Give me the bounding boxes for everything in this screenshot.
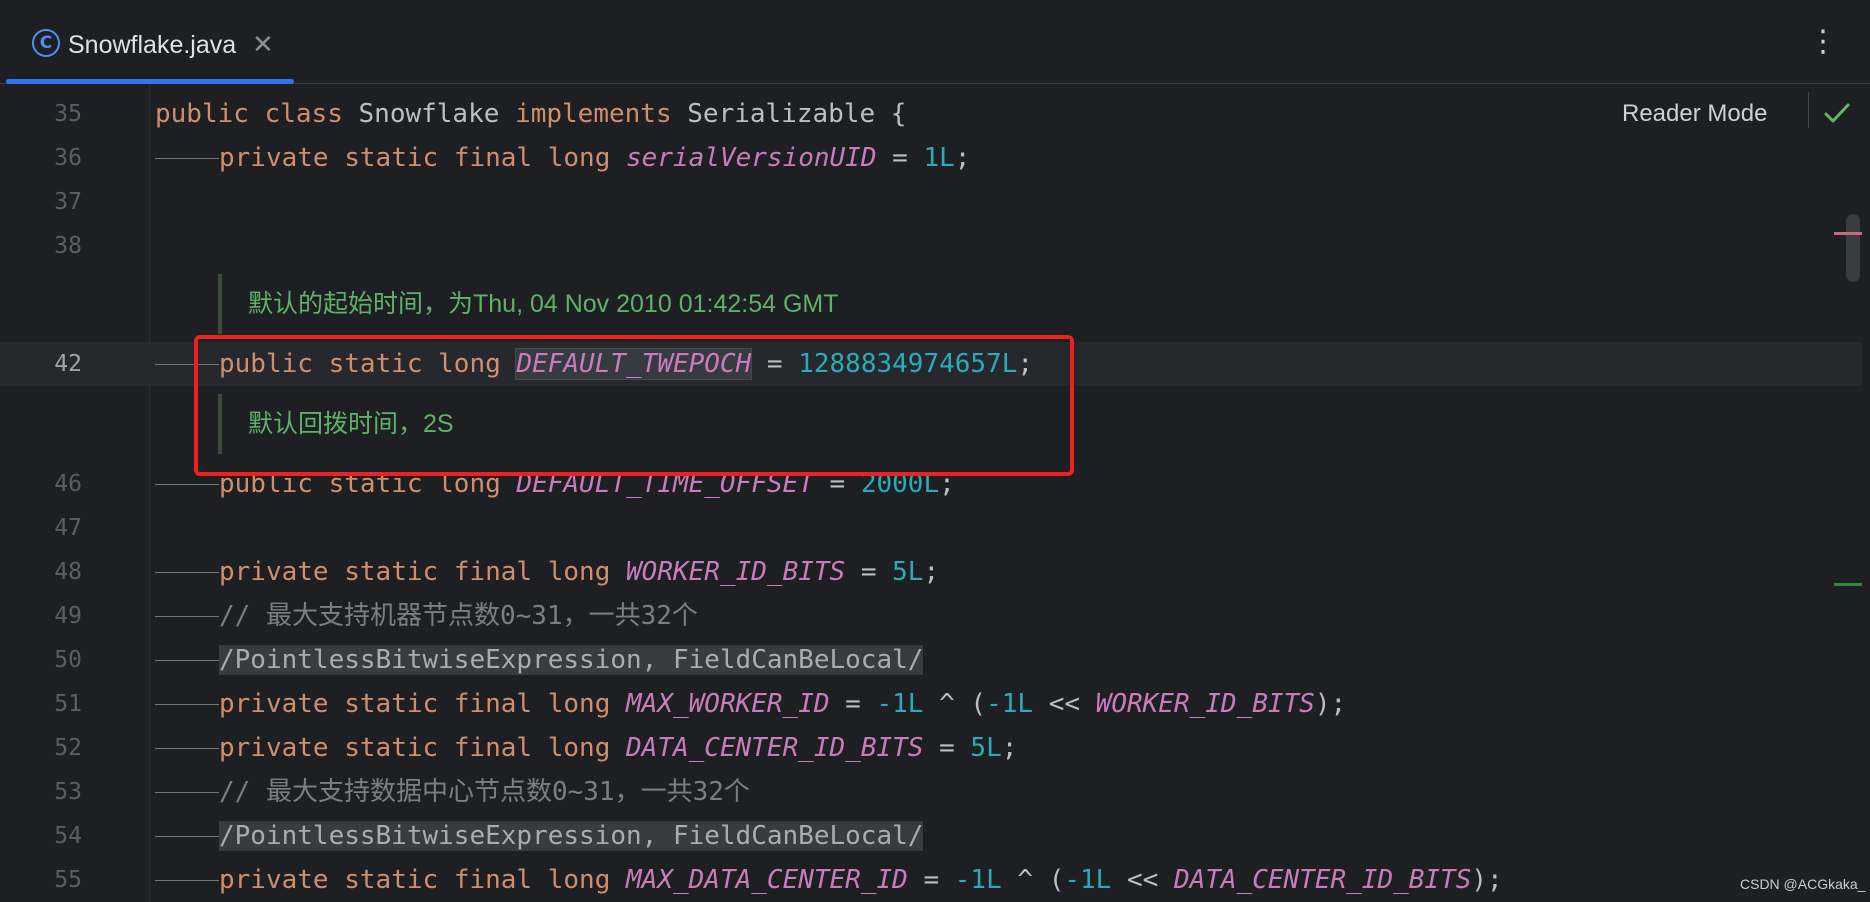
line-number: 47: [54, 515, 82, 541]
line-number: 55: [54, 867, 82, 893]
code-line[interactable]: 38: [0, 224, 1862, 268]
line-number: 48: [54, 559, 82, 585]
line-number: 49: [54, 603, 82, 629]
code-editor[interactable]: Reader Mode 35 public class Snowflake im…: [0, 84, 1870, 902]
line-number: 50: [54, 647, 82, 673]
code-line[interactable]: 35 public class Snowflake implements Ser…: [0, 92, 1862, 136]
editor-tab-bar: C Snowflake.java ✕ ⋮: [0, 0, 1870, 84]
line-code: private static final long MAX_WORKER_ID …: [155, 682, 1346, 726]
annotation-highlight-box: [194, 335, 1074, 476]
line-number: 53: [54, 779, 82, 805]
line-number: 42: [54, 351, 82, 377]
tab-label: Snowflake.java: [68, 31, 237, 59]
vertical-scrollbar-thumb[interactable]: [1846, 214, 1860, 282]
line-number: 38: [54, 233, 82, 259]
code-line[interactable]: 53 // 最大支持数据中心节点数0~31，一共32个: [0, 770, 1862, 814]
line-code: private static final long WORKER_ID_BITS…: [155, 550, 939, 594]
line-number: 51: [54, 691, 82, 717]
code-line[interactable]: 48 private static final long WORKER_ID_B…: [0, 550, 1862, 594]
code-line[interactable]: 50 /PointlessBitwiseExpression, FieldCan…: [0, 638, 1862, 682]
change-stripe-marker[interactable]: [1834, 583, 1862, 586]
line-code: private static final long MAX_DATA_CENTE…: [155, 858, 1503, 902]
code-line[interactable]: 37: [0, 180, 1862, 224]
code-line[interactable]: 52 private static final long DATA_CENTER…: [0, 726, 1862, 770]
line-number: 54: [54, 823, 82, 849]
error-stripe-marker[interactable]: [1834, 232, 1862, 235]
line-number: 46: [54, 471, 82, 497]
line-code: private static final long serialVersionU…: [155, 136, 970, 180]
line-code: public class Snowflake implements Serial…: [155, 99, 907, 129]
more-options-icon[interactable]: ⋮: [1808, 24, 1838, 60]
line-code: /PointlessBitwiseExpression, FieldCanBeL…: [155, 638, 924, 682]
code-line[interactable]: 49 // 最大支持机器节点数0~31，一共32个: [0, 594, 1862, 638]
close-icon[interactable]: ✕: [252, 28, 274, 62]
code-line[interactable]: 54 /PointlessBitwiseExpression, FieldCan…: [0, 814, 1862, 858]
line-code: // 最大支持数据中心节点数0~31，一共32个: [155, 770, 750, 814]
rendered-doc-comment: 默认的起始时间，为Thu, 04 Nov 2010 01:42:54 GMT: [218, 274, 839, 334]
tab-snowflake-java[interactable]: C Snowflake.java ✕: [6, 0, 294, 84]
java-class-icon: C: [32, 29, 60, 57]
line-number: 37: [54, 189, 82, 215]
line-number: 52: [54, 735, 82, 761]
watermark: CSDN @ACGkaka_: [1740, 876, 1866, 892]
code-line[interactable]: 55 private static final long MAX_DATA_CE…: [0, 858, 1862, 902]
line-code: private static final long DATA_CENTER_ID…: [155, 726, 1017, 770]
code-line[interactable]: 47: [0, 506, 1862, 550]
line-number: 36: [54, 145, 82, 171]
line-number: 35: [54, 101, 82, 127]
line-code: /PointlessBitwiseExpression, FieldCanBeL…: [155, 814, 924, 858]
code-line[interactable]: 36 private static final long serialVersi…: [0, 136, 1862, 180]
code-line[interactable]: 51 private static final long MAX_WORKER_…: [0, 682, 1862, 726]
line-code: // 最大支持机器节点数0~31，一共32个: [155, 594, 698, 638]
